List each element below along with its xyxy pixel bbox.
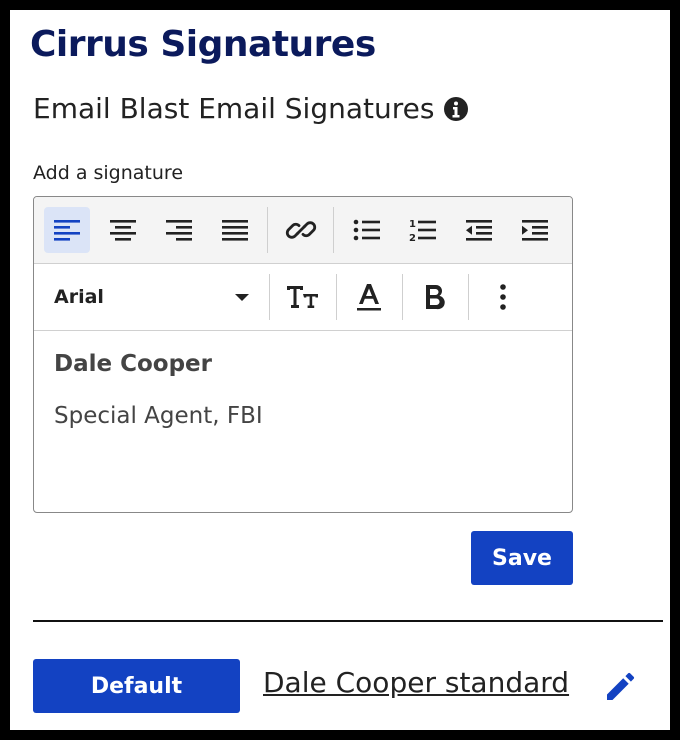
text-size-icon (287, 286, 318, 308)
font-family-select[interactable]: Arial (44, 274, 259, 320)
editor-content-area[interactable]: Dale Cooper Special Agent, FBI (34, 331, 572, 449)
numbered-list-icon: 1 2 (409, 219, 436, 243)
signature-name-text[interactable]: Dale Cooper (54, 351, 552, 377)
align-justify-button[interactable] (212, 207, 258, 253)
default-button[interactable]: Default (33, 659, 240, 713)
signature-title-text[interactable]: Special Agent, FBI (54, 403, 552, 429)
text-size-button[interactable] (280, 274, 326, 320)
section-divider (33, 620, 663, 622)
more-vertical-icon (500, 284, 506, 310)
bulleted-list-icon (353, 219, 380, 241)
align-center-icon (110, 220, 136, 241)
bold-icon (426, 284, 445, 310)
insert-link-button[interactable] (278, 207, 324, 253)
indent-icon (522, 220, 548, 241)
toolbar-separator (267, 207, 268, 253)
toolbar-separator (333, 207, 334, 253)
font-color-button[interactable] (346, 274, 392, 320)
align-justify-icon (222, 220, 248, 241)
toolbar-separator (402, 274, 403, 320)
svg-text:1: 1 (409, 219, 416, 230)
toolbar-separator (269, 274, 270, 320)
toolbar-formatting-row: 1 2 (34, 197, 572, 264)
save-button[interactable]: Save (471, 531, 573, 585)
font-family-value: Arial (54, 286, 104, 308)
align-left-button[interactable] (44, 207, 90, 253)
indent-button[interactable] (512, 207, 558, 253)
signature-name-link[interactable]: Dale Cooper standard (263, 666, 569, 699)
toolbar-font-row: Arial (34, 264, 572, 331)
align-right-button[interactable] (156, 207, 202, 253)
outdent-icon (466, 220, 492, 241)
pencil-icon[interactable] (603, 668, 639, 704)
align-center-button[interactable] (100, 207, 146, 253)
numbered-list-button[interactable]: 1 2 (400, 207, 446, 253)
align-left-icon (54, 220, 80, 241)
bulleted-list-button[interactable] (344, 207, 390, 253)
app-title: Cirrus Signatures (30, 24, 376, 65)
info-circle-icon[interactable] (444, 96, 469, 121)
add-signature-label: Add a signature (33, 162, 184, 184)
svg-text:2: 2 (409, 233, 416, 243)
align-right-icon (166, 220, 192, 241)
caret-down-icon (235, 294, 249, 301)
section-title: Email Blast Email Signatures (33, 92, 435, 125)
link-icon (285, 221, 317, 239)
signature-editor: 1 2 Arial Dale Cooper Special Agent, FBI (33, 196, 573, 513)
more-options-button[interactable] (480, 274, 526, 320)
app-window: Cirrus Signatures Email Blast Email Sign… (10, 10, 670, 730)
outdent-button[interactable] (456, 207, 502, 253)
toolbar-separator (468, 274, 469, 320)
section-header: Email Blast Email Signatures (33, 92, 469, 125)
bold-button[interactable] (412, 274, 458, 320)
font-color-icon (357, 284, 381, 311)
toolbar-separator (336, 274, 337, 320)
